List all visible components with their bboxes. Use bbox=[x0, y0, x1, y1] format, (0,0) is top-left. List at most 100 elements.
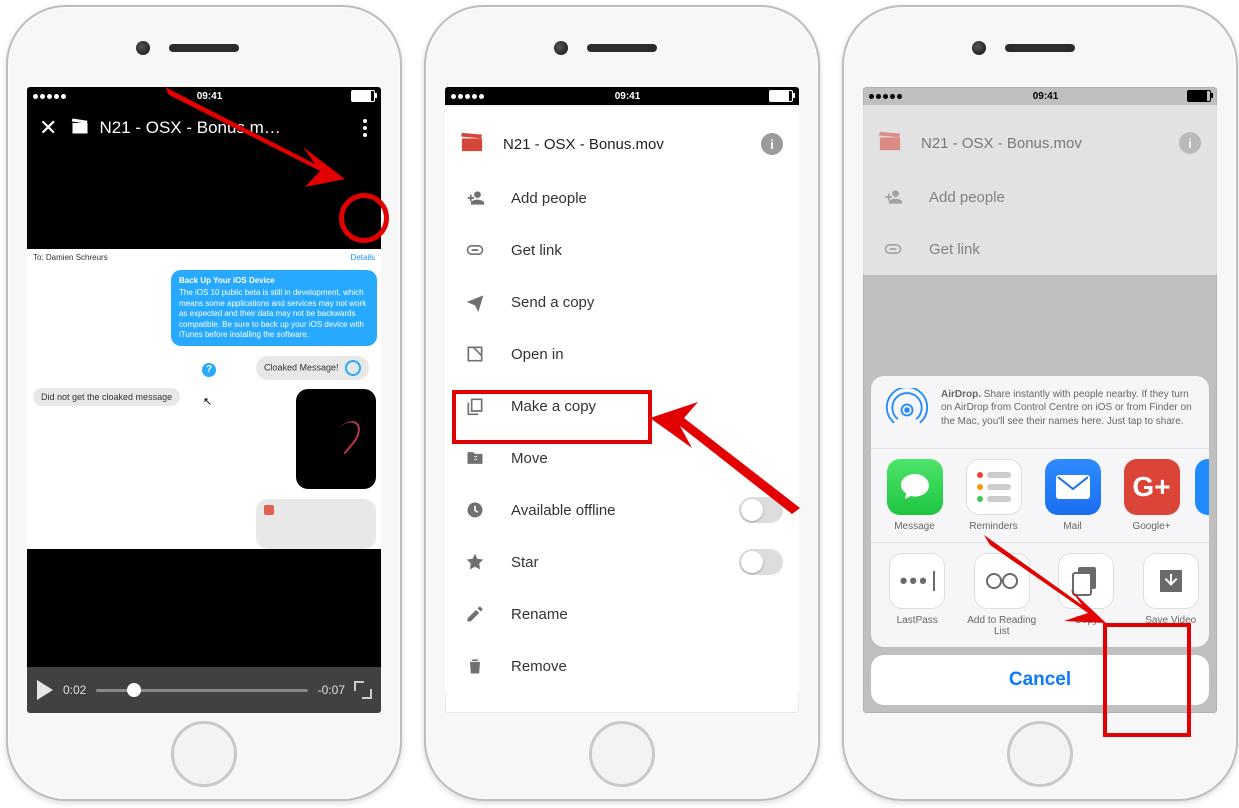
menu-label: Star bbox=[511, 554, 539, 571]
airdrop-section[interactable]: AirDrop. Share instantly with people nea… bbox=[871, 376, 1209, 449]
share-app-mail[interactable]: Mail bbox=[1037, 459, 1108, 532]
signal-dots-icon bbox=[869, 91, 904, 102]
play-button[interactable] bbox=[37, 680, 53, 700]
add-people-icon bbox=[883, 187, 903, 207]
share-row-overflow bbox=[1195, 459, 1209, 532]
movie-file-icon bbox=[461, 132, 483, 157]
details-link[interactable]: Details bbox=[351, 253, 375, 262]
clapper-icon bbox=[71, 118, 89, 139]
menu-get-link-dim: Get link bbox=[863, 223, 1217, 275]
menu-remove[interactable]: Remove bbox=[445, 640, 799, 692]
fullscreen-button[interactable] bbox=[355, 682, 371, 698]
star-toggle[interactable] bbox=[739, 549, 783, 575]
menu-add-people[interactable]: Add people bbox=[445, 172, 799, 224]
phone-camera bbox=[554, 41, 568, 55]
menu-label: Rename bbox=[511, 606, 568, 623]
menu-label: Get link bbox=[511, 242, 562, 259]
action-label: LastPass bbox=[879, 615, 956, 626]
app-label: Google+ bbox=[1116, 521, 1187, 532]
quote-attachment bbox=[256, 499, 376, 549]
to-label: To: bbox=[33, 253, 44, 262]
target-icon bbox=[345, 360, 361, 376]
phone-speaker bbox=[169, 44, 239, 52]
recipient-name: Damien Schreurs bbox=[46, 253, 108, 262]
info-button[interactable]: i bbox=[761, 133, 783, 155]
file-name: N21 - OSX - Bonus.mov bbox=[503, 136, 664, 153]
share-apps-row: Message Reminders Mail bbox=[871, 449, 1209, 542]
star-icon bbox=[465, 552, 485, 572]
rename-icon bbox=[465, 604, 485, 624]
offline-icon bbox=[465, 500, 485, 520]
link-icon bbox=[465, 240, 485, 260]
reply-bubble: Did not get the cloaked message bbox=[33, 388, 180, 406]
share-app-message[interactable]: Message bbox=[879, 459, 950, 532]
trash-icon bbox=[465, 656, 485, 676]
message-bubble-blue: Back Up Your iOS Device The iOS 10 publi… bbox=[171, 270, 377, 346]
time-remaining: -0:07 bbox=[318, 683, 345, 697]
folder-move-icon bbox=[465, 448, 485, 468]
airdrop-text: AirDrop. Share instantly with people nea… bbox=[941, 388, 1195, 437]
menu-label: Add people bbox=[511, 190, 587, 207]
airdrop-icon bbox=[885, 388, 929, 437]
menu-add-people-dim: Add people bbox=[863, 171, 1217, 223]
menu-get-link[interactable]: Get link bbox=[445, 224, 799, 276]
annotation-box-send-copy bbox=[452, 390, 652, 444]
menu-label: Move bbox=[511, 450, 548, 467]
menu-label: Available offline bbox=[511, 502, 616, 519]
share-app-reminders[interactable]: Reminders bbox=[958, 459, 1029, 532]
blue-body: The iOS 10 public beta is still in devel… bbox=[179, 288, 369, 340]
video-controls: 0:02 -0:07 bbox=[27, 667, 381, 713]
annotation-arrow-more-menu bbox=[145, 87, 385, 227]
cloaked-text: Cloaked Message! bbox=[264, 363, 339, 373]
info-button: i bbox=[1179, 132, 1201, 154]
seek-knob[interactable] bbox=[127, 683, 141, 697]
file-header: N21 - OSX - Bonus.mov i bbox=[445, 116, 799, 172]
status-bar: 09:41 bbox=[863, 87, 1217, 105]
stage: 09:41 ✕ N21 - OSX - Bonus.m… To: Damien … bbox=[0, 0, 1239, 808]
menu-label: Get link bbox=[929, 241, 980, 258]
phone-speaker bbox=[1005, 44, 1075, 52]
blue-heading: Back Up Your iOS Device bbox=[179, 276, 369, 286]
menu-label: Add people bbox=[929, 189, 1005, 206]
dark-media-thumbnail bbox=[296, 389, 376, 489]
time-elapsed: 0:02 bbox=[63, 683, 86, 697]
battery-icon bbox=[1187, 90, 1211, 102]
home-button[interactable] bbox=[1007, 721, 1073, 787]
seek-track[interactable] bbox=[96, 689, 307, 692]
app-label: Mail bbox=[1037, 521, 1108, 532]
close-button[interactable]: ✕ bbox=[35, 115, 61, 141]
phone-camera bbox=[136, 41, 150, 55]
video-content-chat: To: Damien Schreurs Details Back Up Your… bbox=[27, 249, 381, 549]
menu-open-in[interactable]: Open in bbox=[445, 328, 799, 380]
phone-speaker bbox=[587, 44, 657, 52]
app-label: Message bbox=[879, 521, 950, 532]
action-lastpass[interactable]: ••• LastPass bbox=[879, 553, 956, 637]
menu-rename[interactable]: Rename bbox=[445, 588, 799, 640]
menu-label: Remove bbox=[511, 658, 567, 675]
file-header: N21 - OSX - Bonus.mov i bbox=[863, 115, 1217, 171]
status-time: 09:41 bbox=[1033, 91, 1059, 102]
menu-label: Open in bbox=[511, 346, 564, 363]
annotation-arrow-send-copy bbox=[640, 388, 800, 548]
open-in-icon bbox=[465, 344, 485, 364]
video-letterbox-bottom bbox=[27, 549, 381, 667]
add-people-icon bbox=[465, 188, 485, 208]
share-app-googleplus[interactable]: G+ Google+ bbox=[1116, 459, 1187, 532]
home-button[interactable] bbox=[171, 721, 237, 787]
battery-icon bbox=[769, 90, 793, 102]
cursor-icon: ↖ bbox=[203, 395, 212, 408]
cloaked-bubble: Cloaked Message! bbox=[256, 356, 369, 380]
status-time: 09:41 bbox=[615, 91, 641, 102]
menu-label: Send a copy bbox=[511, 294, 594, 311]
menu-send-copy[interactable]: Send a copy bbox=[445, 276, 799, 328]
app-label: Reminders bbox=[958, 521, 1029, 532]
link-icon bbox=[883, 239, 903, 259]
airdrop-title: AirDrop. bbox=[941, 389, 981, 400]
movie-file-icon bbox=[879, 131, 901, 156]
phone-camera bbox=[972, 41, 986, 55]
home-button[interactable] bbox=[589, 721, 655, 787]
file-name: N21 - OSX - Bonus.mov bbox=[921, 135, 1082, 152]
signal-dots-icon bbox=[451, 91, 486, 102]
signal-dots-icon bbox=[33, 91, 68, 102]
send-icon bbox=[465, 292, 485, 312]
